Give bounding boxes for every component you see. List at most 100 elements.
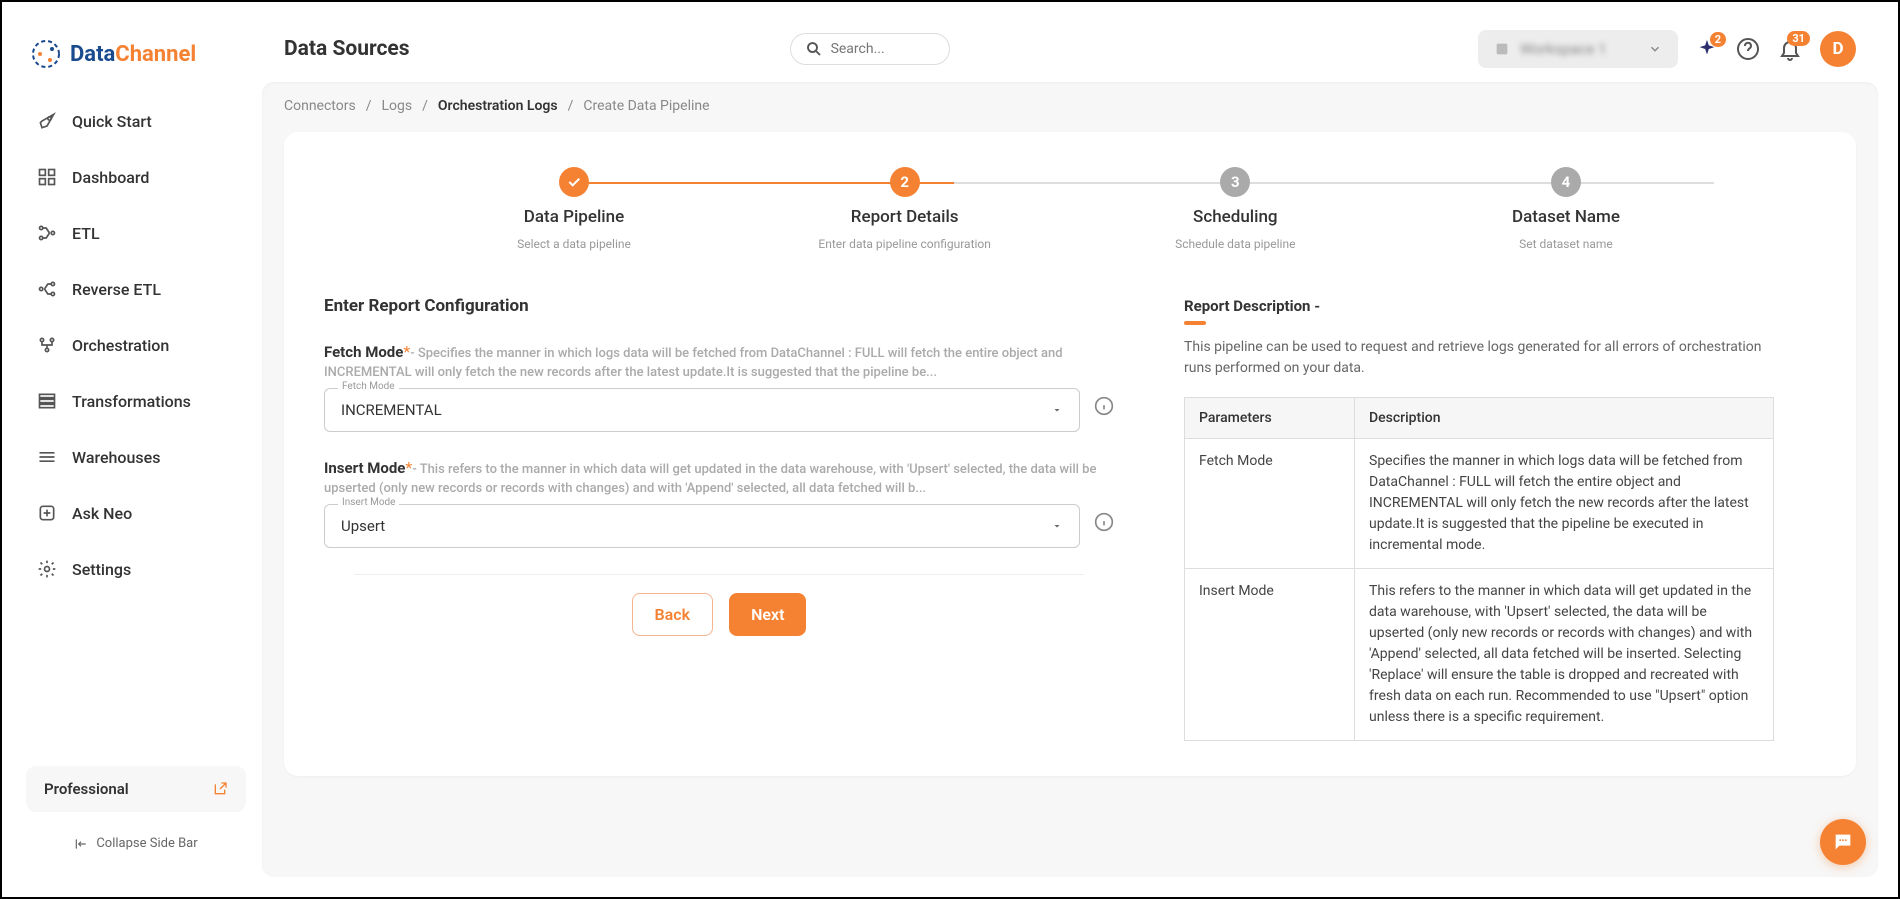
reverse-etl-icon — [36, 278, 58, 300]
step-report-details[interactable]: 2 Report Details Enter data pipeline con… — [795, 167, 1015, 251]
sidebar-item-transformations[interactable]: Transformations — [22, 374, 250, 428]
chevron-down-icon — [1051, 404, 1063, 416]
chat-icon — [1832, 831, 1854, 853]
info-icon[interactable] — [1094, 396, 1114, 416]
collapse-label: Collapse Side Bar — [96, 836, 197, 851]
sidebar-item-settings[interactable]: Settings — [22, 542, 250, 596]
field-label: Insert Mode — [324, 459, 405, 477]
description-heading: Report Description - — [1184, 297, 1320, 323]
step-line — [1334, 182, 1714, 184]
notifications-button[interactable]: 31 — [1778, 37, 1802, 61]
etl-icon — [36, 222, 58, 244]
breadcrumb-sep: / — [422, 98, 428, 114]
help-icon — [1736, 37, 1760, 61]
field-label: Fetch Mode — [324, 343, 403, 361]
sidebar-item-dashboard[interactable]: Dashboard — [22, 150, 250, 204]
page-title: Data Sources — [284, 37, 410, 61]
search-box[interactable] — [790, 33, 950, 65]
step-title: Dataset Name — [1512, 207, 1620, 227]
grid-icon — [36, 166, 58, 188]
sidebar-item-label: Settings — [72, 560, 131, 579]
help-button[interactable] — [1736, 37, 1760, 61]
sidebar-item-label: Transformations — [72, 392, 191, 411]
insert-mode-select[interactable]: Upsert — [324, 504, 1080, 548]
search-input[interactable] — [831, 41, 935, 57]
step-circle-pending: 3 — [1220, 167, 1250, 197]
transformations-icon — [36, 390, 58, 412]
sidebar-item-orchestration[interactable]: Orchestration — [22, 318, 250, 372]
breadcrumb-link[interactable]: Logs — [382, 98, 413, 114]
chevron-down-icon — [1051, 520, 1063, 532]
sidebar-item-warehouses[interactable]: Warehouses — [22, 430, 250, 484]
chevron-down-icon — [1648, 42, 1662, 56]
step-sub: Enter data pipeline configuration — [818, 237, 991, 251]
next-button[interactable]: Next — [729, 593, 806, 636]
breadcrumb: Connectors / Logs / Orchestration Logs /… — [284, 98, 1856, 114]
param-desc: Specifies the manner in which logs data … — [1355, 439, 1774, 569]
param-name: Fetch Mode — [1185, 439, 1355, 569]
step-dataset-name[interactable]: 4 Dataset Name Set dataset name — [1456, 167, 1676, 251]
logo[interactable]: DataChannel — [22, 32, 250, 94]
table-row: Insert Mode This refers to the manner in… — [1185, 569, 1774, 741]
logo-text: DataChannel — [70, 42, 196, 67]
sidebar-item-etl[interactable]: ETL — [22, 206, 250, 260]
back-button[interactable]: Back — [632, 593, 714, 636]
workspace-selector[interactable]: Workspace 1 — [1478, 30, 1678, 68]
sidebar-item-reverse-etl[interactable]: Reverse ETL — [22, 262, 250, 316]
sparkle-button[interactable]: 2 — [1696, 38, 1718, 60]
sidebar-item-label: Reverse ETL — [72, 280, 161, 299]
actions: Back Next — [324, 593, 1114, 636]
param-desc: This refers to the manner in which data … — [1355, 569, 1774, 741]
select-value: Upsert — [341, 517, 385, 535]
table-header: Description — [1355, 398, 1774, 439]
sidebar-item-ask-neo[interactable]: Ask Neo — [22, 486, 250, 540]
field-hint: - This refers to the manner in which dat… — [324, 462, 1096, 496]
search-icon — [805, 40, 823, 58]
collapse-icon — [74, 837, 88, 851]
field-insert-mode: Insert Mode*- This refers to the manner … — [324, 458, 1114, 548]
step-title: Report Details — [851, 207, 959, 227]
form-column: Enter Report Configuration Fetch Mode*- … — [324, 296, 1114, 741]
plan-label: Professional — [44, 780, 129, 798]
step-sub: Select a data pipeline — [517, 237, 631, 251]
divider — [354, 574, 1084, 575]
step-scheduling[interactable]: 3 Scheduling Schedule data pipeline — [1125, 167, 1345, 251]
select-value: INCREMENTAL — [341, 401, 442, 419]
workspace-name: Workspace 1 — [1520, 40, 1638, 58]
breadcrumb-link[interactable]: Connectors — [284, 98, 356, 114]
table-header: Parameters — [1185, 398, 1355, 439]
step-title: Scheduling — [1193, 207, 1278, 227]
stepper: Data Pipeline Select a data pipeline 2 R… — [464, 167, 1676, 251]
sidebar-item-label: Warehouses — [72, 448, 160, 467]
form-heading: Enter Report Configuration — [324, 296, 1114, 316]
step-data-pipeline[interactable]: Data Pipeline Select a data pipeline — [464, 167, 684, 251]
field-hint: - Specifies the manner in which logs dat… — [324, 346, 1063, 380]
info-icon[interactable] — [1094, 512, 1114, 532]
main: Data Sources Workspace 1 2 — [262, 22, 1878, 877]
breadcrumb-link[interactable]: Create Data Pipeline — [583, 98, 709, 114]
sidebar-item-label: Quick Start — [72, 112, 152, 131]
select-floating-label: Fetch Mode — [338, 381, 399, 392]
sidebar: DataChannel Quick Start Dashboard ETL Re… — [22, 22, 250, 877]
orchestration-icon — [36, 334, 58, 356]
parameters-table: Parameters Description Fetch Mode Specif… — [1184, 397, 1774, 741]
table-row: Fetch Mode Specifies the manner in which… — [1185, 439, 1774, 569]
bell-badge: 31 — [1787, 31, 1810, 46]
collapse-sidebar-button[interactable]: Collapse Side Bar — [22, 820, 250, 867]
sidebar-item-quick-start[interactable]: Quick Start — [22, 94, 250, 148]
breadcrumb-sep: / — [366, 98, 372, 114]
wizard-card: Data Pipeline Select a data pipeline 2 R… — [284, 132, 1856, 776]
step-sub: Set dataset name — [1519, 237, 1613, 251]
nav: Quick Start Dashboard ETL Reverse ETL Or… — [22, 94, 250, 758]
topbar: Data Sources Workspace 1 2 — [262, 22, 1878, 82]
plan-box[interactable]: Professional — [26, 766, 246, 812]
step-circle-active: 2 — [890, 167, 920, 197]
description-text: This pipeline can be used to request and… — [1184, 337, 1774, 379]
chat-fab[interactable] — [1820, 819, 1866, 865]
step-circle-pending: 4 — [1551, 167, 1581, 197]
sidebar-item-label: Dashboard — [72, 168, 149, 187]
sidebar-item-label: Ask Neo — [72, 504, 132, 523]
avatar[interactable]: D — [1820, 31, 1856, 67]
sidebar-item-label: Orchestration — [72, 336, 169, 355]
fetch-mode-select[interactable]: INCREMENTAL — [324, 388, 1080, 432]
